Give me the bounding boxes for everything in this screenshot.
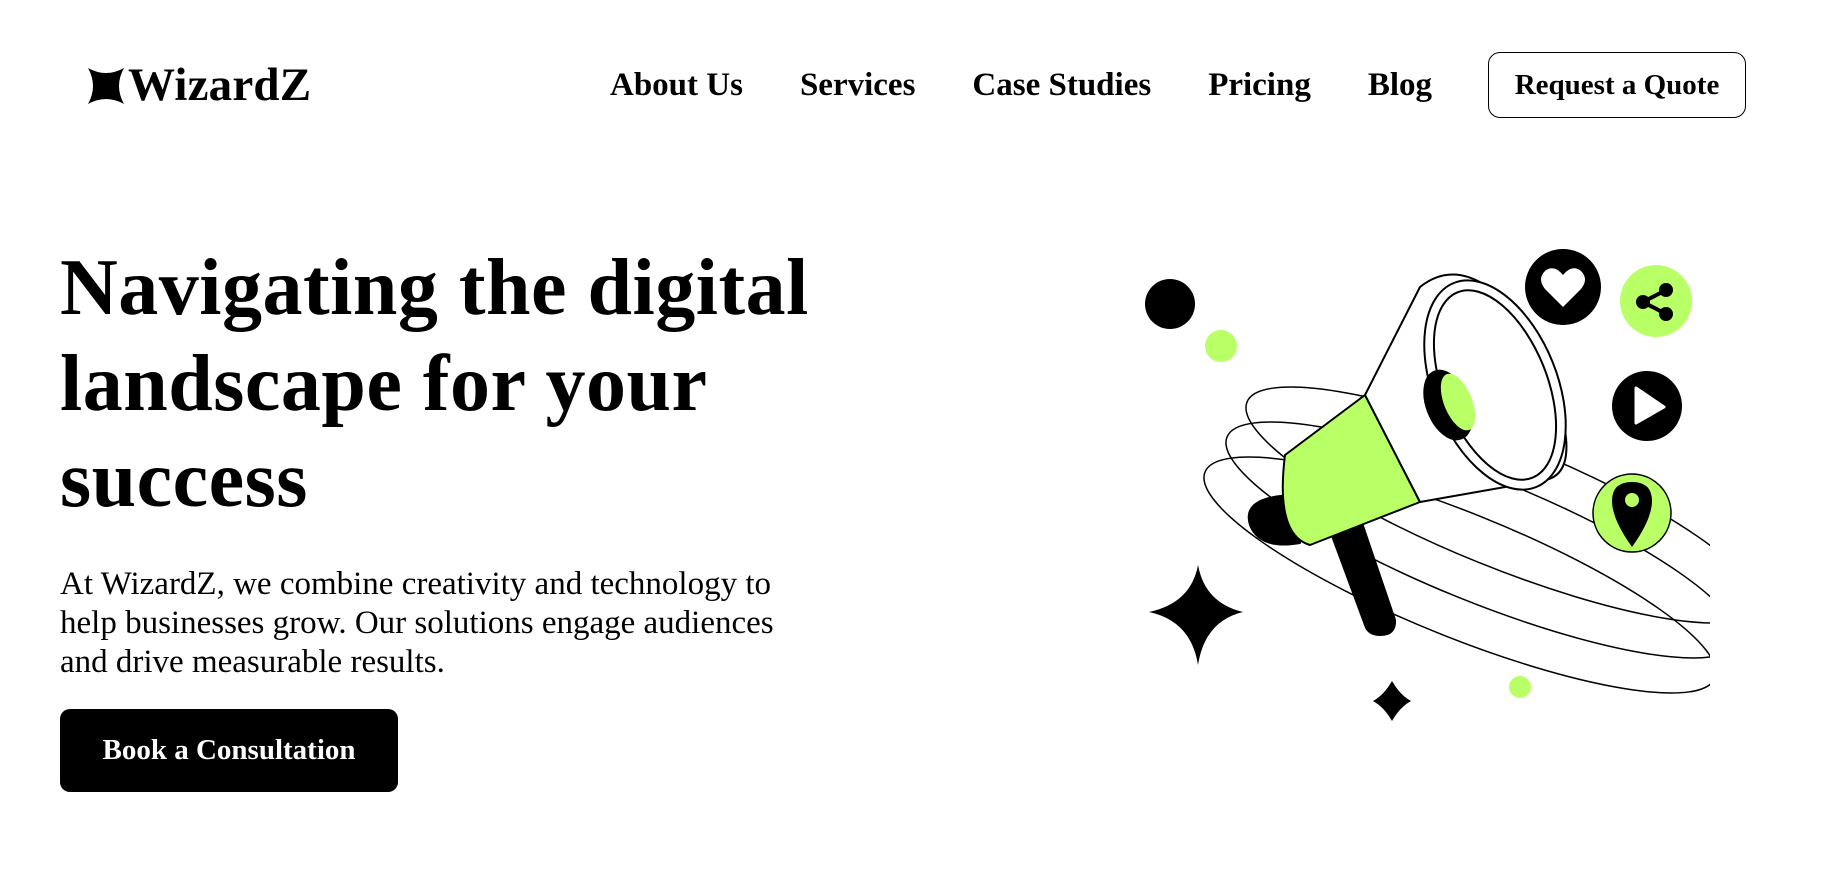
hero-illustration [1090, 235, 1759, 760]
landing-page: WizardZ About Us Services Case Studies P… [0, 0, 1825, 896]
main-nav: About Us Services Case Studies Pricing B… [610, 52, 1747, 118]
play-icon [1612, 371, 1682, 441]
black-dot [1145, 279, 1195, 329]
request-quote-button[interactable]: Request a Quote [1488, 52, 1747, 118]
accent-dot-small [1509, 676, 1531, 698]
share-icon [1620, 265, 1692, 337]
location-pin-icon [1592, 473, 1672, 553]
brand-logo[interactable]: WizardZ [88, 62, 311, 109]
nav-link-pricing[interactable]: Pricing [1208, 68, 1311, 102]
accent-dot [1205, 330, 1237, 362]
hero-title: Navigating the digital landscape for you… [60, 244, 809, 524]
nav-link-services[interactable]: Services [800, 68, 915, 102]
nav-link-case-studies[interactable]: Case Studies [972, 68, 1151, 102]
heart-icon [1525, 249, 1601, 325]
four-point-star-icon [88, 67, 124, 104]
nav-link-about-us[interactable]: About Us [610, 68, 743, 102]
marketing-illustration [1145, 249, 1759, 721]
small-star-icon [1373, 681, 1411, 721]
nav-link-blog[interactable]: Blog [1368, 68, 1432, 102]
brand-name: WizardZ [128, 59, 312, 111]
sparkle-icon [1149, 565, 1243, 665]
hero-description: At WizardZ, we combine creativity and te… [60, 566, 774, 680]
book-consultation-button[interactable]: Book a Consultation [60, 709, 398, 792]
